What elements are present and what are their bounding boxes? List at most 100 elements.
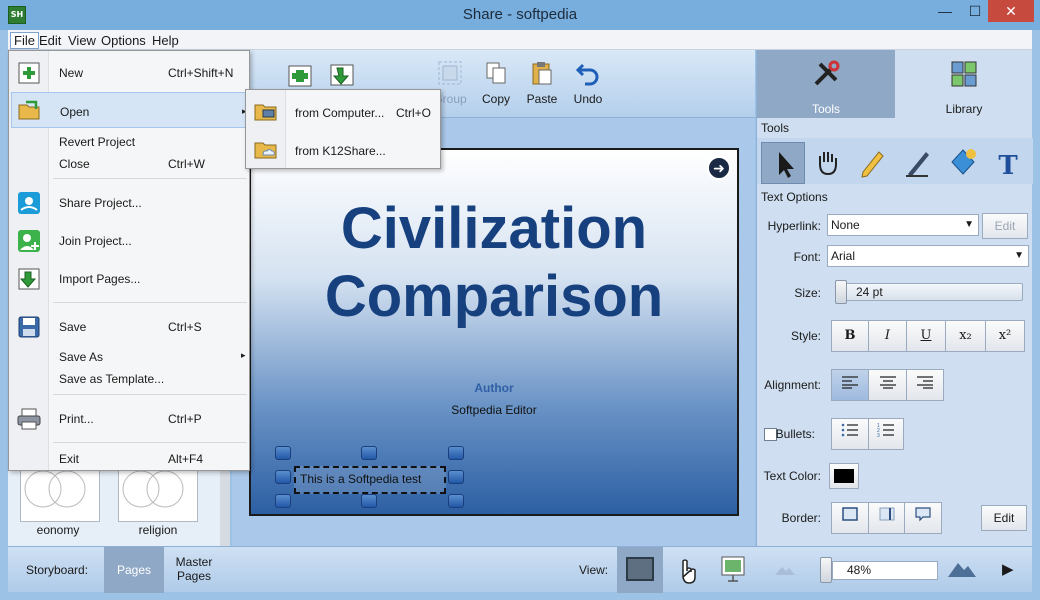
tab-pages[interactable]: Pages xyxy=(104,547,164,593)
italic-button[interactable]: I xyxy=(868,320,907,352)
menu-item-join[interactable]: Join Project... xyxy=(11,230,247,252)
resize-handle[interactable] xyxy=(361,494,377,508)
menu-item-save-as[interactable]: Save As ▸ xyxy=(11,346,247,368)
view-present-button[interactable] xyxy=(710,547,756,593)
menu-item-new[interactable]: New Ctrl+Shift+N xyxy=(11,62,247,84)
menu-edit[interactable]: Edit xyxy=(36,32,64,49)
menu-item-close[interactable]: Close Ctrl+W xyxy=(11,153,247,175)
menu-item-new-shortcut: Ctrl+Shift+N xyxy=(168,66,234,80)
border-callout-button[interactable] xyxy=(904,502,942,534)
slide-title[interactable]: Civilization Comparison xyxy=(251,195,737,331)
printer-icon xyxy=(17,408,41,430)
menu-separator xyxy=(53,302,247,303)
text-tool[interactable]: T xyxy=(986,142,1030,184)
hand-tool[interactable] xyxy=(806,142,850,184)
undo-button[interactable]: Undo xyxy=(562,60,614,106)
title-bar: SH Share - softpedia — ☐ ✕ xyxy=(0,0,1040,30)
menu-item-open[interactable]: Open ▸ xyxy=(11,92,247,128)
zoom-out-icon[interactable] xyxy=(773,559,797,582)
slide-nav-arrow-icon[interactable]: ➜ xyxy=(707,156,731,180)
resize-handle[interactable] xyxy=(275,446,291,460)
resize-handle[interactable] xyxy=(275,494,291,508)
font-select[interactable]: Arial ▼ xyxy=(827,245,1029,267)
resize-handle[interactable] xyxy=(448,470,464,484)
page-thumbnail[interactable] xyxy=(118,468,198,522)
tab-library[interactable]: Library xyxy=(895,50,1033,118)
copy-icon xyxy=(486,62,506,84)
svg-text:T: T xyxy=(998,151,1018,181)
bullet-list-button[interactable] xyxy=(831,418,869,450)
menu-item-save[interactable]: Save Ctrl+S xyxy=(11,316,247,338)
chevron-down-icon: ▼ xyxy=(1014,250,1024,261)
menu-item-import[interactable]: Import Pages... xyxy=(11,268,247,290)
new-icon xyxy=(18,62,40,84)
align-right-button[interactable] xyxy=(906,369,944,401)
menu-separator xyxy=(53,442,247,443)
pencil-tool[interactable] xyxy=(851,142,895,184)
border-full-button[interactable] xyxy=(831,502,869,534)
menu-item-exit[interactable]: Exit Alt+F4 xyxy=(11,448,247,470)
menu-item-print-label: Print... xyxy=(59,412,94,426)
view-edit-button[interactable] xyxy=(617,547,663,593)
pen-tool[interactable] xyxy=(896,142,940,184)
paste-button[interactable]: Paste xyxy=(516,60,568,106)
group-icon xyxy=(438,61,462,85)
presentation-icon xyxy=(721,556,745,582)
border-edit-button[interactable]: Edit xyxy=(981,505,1027,531)
play-button[interactable]: ▶ xyxy=(1002,560,1014,578)
hyperlink-edit-button[interactable]: Edit xyxy=(982,213,1028,239)
hyperlink-select[interactable]: None ▼ xyxy=(827,214,979,236)
zoom-field[interactable]: 48% xyxy=(832,561,938,580)
menu-item-exit-shortcut: Alt+F4 xyxy=(168,452,204,466)
shape-tool[interactable] xyxy=(941,142,985,184)
menu-help[interactable]: Help xyxy=(149,32,182,49)
menu-item-share[interactable]: Share Project... xyxy=(11,192,247,214)
slide-author-label[interactable]: Author xyxy=(251,381,737,395)
menu-item-from-computer[interactable]: from Computer... Ctrl+O xyxy=(248,93,438,129)
copy-button[interactable]: Copy xyxy=(470,60,522,106)
text-color-swatch[interactable] xyxy=(829,463,859,489)
slide-author[interactable]: Softpedia Editor xyxy=(251,403,737,417)
view-interact-button[interactable] xyxy=(664,547,710,593)
menu-options[interactable]: Options xyxy=(98,32,149,49)
align-left-button[interactable] xyxy=(831,369,869,401)
menu-file[interactable]: File xyxy=(10,32,39,49)
close-button[interactable]: ✕ xyxy=(988,0,1034,22)
resize-handle[interactable] xyxy=(448,446,464,460)
slide[interactable]: ➜ Civilization Comparison Author Softped… xyxy=(249,148,739,516)
menu-view[interactable]: View xyxy=(65,32,99,49)
add-page-icon xyxy=(288,65,312,87)
size-slider-knob[interactable] xyxy=(835,280,847,304)
resize-handle[interactable] xyxy=(361,446,377,460)
tab-master-pages[interactable]: Master Pages xyxy=(166,547,222,593)
subscript-button[interactable]: x₂ xyxy=(945,320,986,352)
menu-item-revert[interactable]: Revert Project xyxy=(11,131,247,153)
menu-item-revert-label: Revert Project xyxy=(59,135,136,149)
numbered-list-button[interactable]: 123 xyxy=(868,418,904,450)
bold-button[interactable]: B xyxy=(831,320,869,352)
menu-bar: File Edit View Options Help xyxy=(8,30,1032,50)
selected-textbox[interactable]: This is a Softpedia test xyxy=(294,466,446,494)
page-thumbnail[interactable] xyxy=(20,468,100,522)
menu-item-from-k12share-label: from K12Share... xyxy=(295,144,386,158)
zoom-in-icon[interactable] xyxy=(946,555,978,584)
resize-handle[interactable] xyxy=(275,470,291,484)
align-center-button[interactable] xyxy=(868,369,907,401)
maximize-button[interactable]: ☐ xyxy=(960,0,990,22)
underline-button[interactable]: U xyxy=(906,320,946,352)
open-submenu: from Computer... Ctrl+O from K12Share... xyxy=(245,89,441,169)
tab-tools[interactable]: Tools xyxy=(757,50,895,118)
menu-item-from-k12share[interactable]: from K12Share... xyxy=(248,131,438,167)
minimize-button[interactable]: — xyxy=(930,0,960,22)
size-slider[interactable]: 24 pt xyxy=(835,283,1023,301)
border-right-button[interactable] xyxy=(868,502,905,534)
select-tool[interactable] xyxy=(761,142,805,184)
resize-handle[interactable] xyxy=(448,494,464,508)
zoom-slider-knob[interactable] xyxy=(820,557,832,583)
menu-item-save-template[interactable]: Save as Template... xyxy=(11,368,247,390)
hand-icon xyxy=(819,152,837,176)
superscript-button[interactable]: x² xyxy=(985,320,1025,352)
pages-scrollbar[interactable] xyxy=(220,460,230,546)
align-left-icon xyxy=(842,376,858,389)
menu-item-print[interactable]: Print... Ctrl+P xyxy=(11,408,247,430)
